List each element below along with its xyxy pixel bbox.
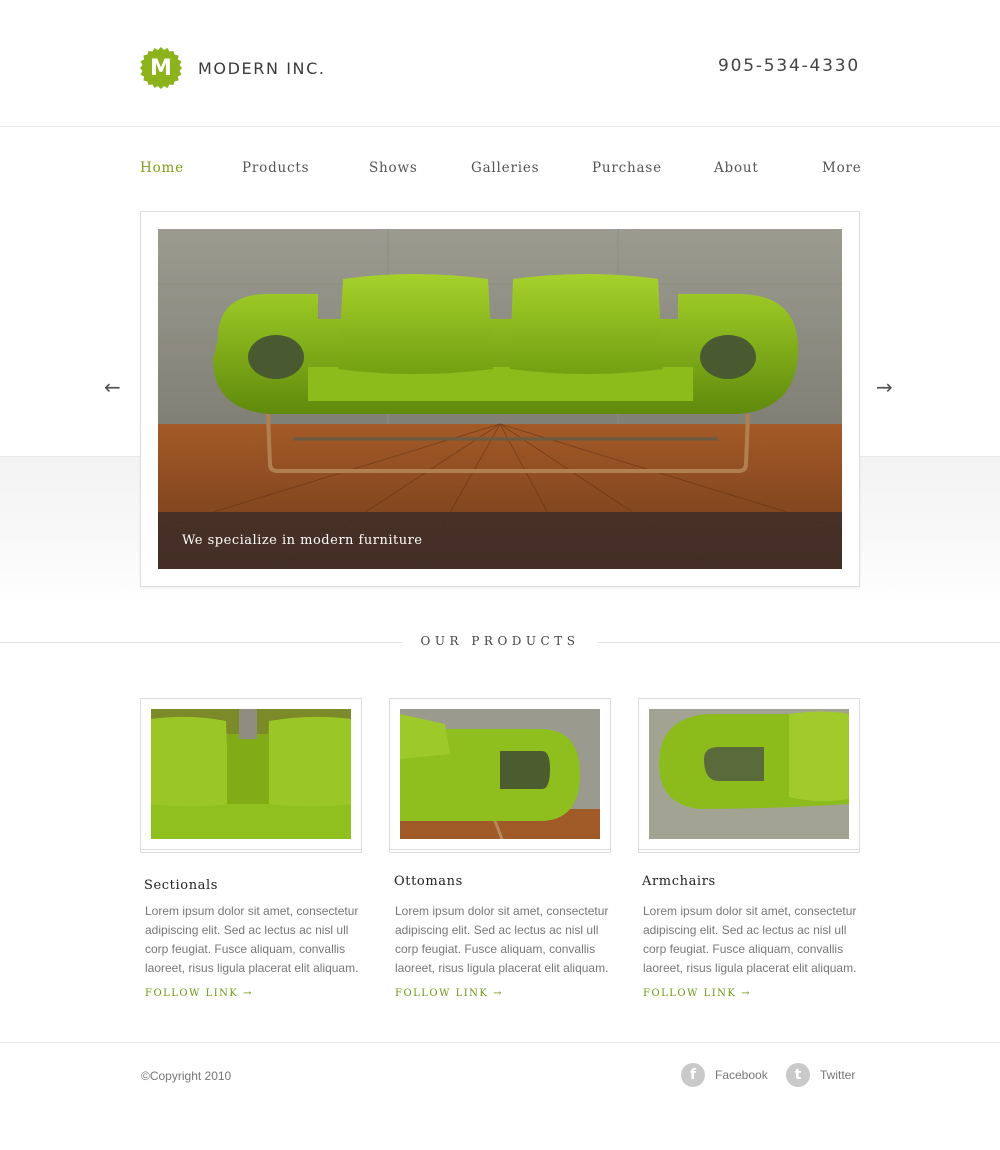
product-title: Sectionals (144, 878, 219, 893)
heading-rule-left (0, 642, 403, 643)
facebook-link[interactable]: f Facebook (681, 1063, 768, 1087)
copyright-text: ©Copyright 2010 (141, 1069, 232, 1083)
site-footer: ©Copyright 2010 f Facebook t Twitter (0, 1042, 1000, 1150)
follow-link[interactable]: FOLLOW LINK → (643, 988, 751, 999)
logo[interactable]: M MODERN INC. (139, 46, 326, 90)
nav-item-shows[interactable]: Shows (369, 160, 418, 176)
product-thumb-image[interactable] (649, 709, 849, 839)
main-nav: Home Products Shows Galleries Purchase A… (140, 160, 862, 182)
slider-prev-arrow-icon[interactable]: ← (104, 375, 121, 399)
nav-item-home[interactable]: Home (140, 160, 184, 176)
hero-slider: We specialize in modern furniture (140, 211, 860, 587)
product-thumb-frame[interactable] (140, 698, 362, 850)
follow-link-label: FOLLOW LINK (145, 988, 239, 999)
follow-link[interactable]: FOLLOW LINK → (145, 988, 253, 999)
product-card-sectionals: Sectionals Lorem ipsum dolor sit amet, c… (140, 698, 362, 999)
heading-rule-right (597, 642, 1000, 643)
follow-link-label: FOLLOW LINK (643, 988, 737, 999)
product-thumb-image[interactable] (151, 709, 351, 839)
product-title: Ottomans (394, 874, 463, 889)
product-description: Lorem ipsum dolor sit amet, consectetur … (145, 904, 359, 975)
follow-link-label: FOLLOW LINK (395, 988, 489, 999)
product-thumb-image[interactable] (400, 709, 600, 839)
nav-item-galleries[interactable]: Galleries (471, 160, 539, 176)
product-description: Lorem ipsum dolor sit amet, consectetur … (395, 904, 609, 975)
arrow-right-icon: → (741, 988, 751, 999)
logo-letter: M (150, 55, 172, 81)
nav-item-products[interactable]: Products (242, 160, 309, 176)
hero-slide-image[interactable]: We specialize in modern furniture (158, 229, 842, 569)
product-card-armchairs: Armchairs Lorem ipsum dolor sit amet, co… (638, 698, 860, 999)
section-title: OUR PRODUCTS (420, 634, 580, 648)
product-thumb-frame[interactable] (389, 698, 611, 850)
site-header: M MODERN INC. 905-534-4330 (0, 0, 1000, 127)
logo-badge-icon: M (139, 46, 183, 90)
nav-item-more[interactable]: More (822, 160, 862, 176)
arrow-right-icon: → (243, 988, 253, 999)
nav-item-purchase[interactable]: Purchase (592, 160, 662, 176)
product-title: Armchairs (642, 874, 716, 889)
twitter-icon: t (786, 1063, 810, 1087)
follow-link[interactable]: FOLLOW LINK → (395, 988, 503, 999)
slide-caption: We specialize in modern furniture (158, 512, 842, 569)
arrow-right-icon: → (493, 988, 503, 999)
phone-number[interactable]: 905-534-4330 (718, 56, 860, 76)
nav-item-about[interactable]: About (714, 160, 759, 176)
product-description: Lorem ipsum dolor sit amet, consectetur … (643, 904, 857, 975)
twitter-link[interactable]: t Twitter (786, 1063, 855, 1087)
product-card-ottomans: Ottomans Lorem ipsum dolor sit amet, con… (389, 698, 611, 999)
facebook-icon: f (681, 1063, 705, 1087)
twitter-label: Twitter (820, 1068, 856, 1082)
products-heading: OUR PRODUCTS (0, 632, 1000, 652)
facebook-label: Facebook (715, 1068, 768, 1082)
product-thumb-frame[interactable] (638, 698, 860, 850)
brand-name: MODERN INC. (198, 58, 326, 78)
slider-next-arrow-icon[interactable]: → (876, 375, 893, 399)
